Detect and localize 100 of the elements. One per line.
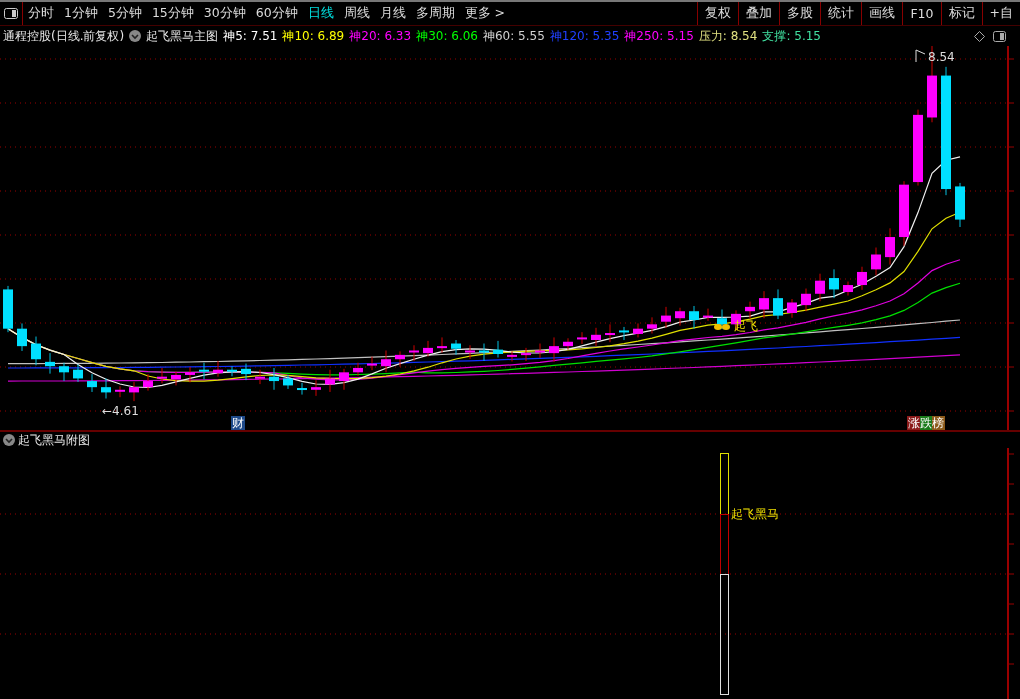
indicator-value: 神120: 5.35 [549,27,620,45]
toolbar-button[interactable]: 叠加 [738,2,780,25]
dropdown-icon[interactable] [129,30,142,42]
candlestick [409,344,419,362]
candlestick [451,339,461,356]
candlestick [955,182,965,228]
candlestick [185,366,195,383]
candlestick [479,343,489,362]
candlestick [255,369,265,385]
panel-toggle-icon[interactable] [993,30,1006,42]
candlestick [619,326,629,341]
candlestick [577,331,587,345]
candlestick [661,306,671,329]
candlestick [899,180,909,247]
candlestick [437,336,447,354]
candlestick [759,290,769,319]
candlestick [241,363,251,381]
indicator-value: 压力: 8.54 [698,27,758,45]
period-tab[interactable]: 周线 [338,2,375,25]
collapse-icon[interactable] [3,434,15,446]
indicator-value: 神250: 5.15 [624,27,694,45]
indicator-value: 神60: 5.55 [483,27,545,45]
indicator-value: 神30: 6.06 [416,27,478,45]
candlestick [535,343,545,359]
candlestick [3,285,13,333]
candlestick [213,360,223,378]
candlestick [689,305,699,330]
candlestick [773,288,783,320]
candlestick [815,273,825,302]
candlestick [73,363,83,383]
indicator-value: 神20: 6.33 [349,27,412,45]
candlestick [801,288,811,312]
butterfly-icon [714,324,730,330]
candlestick [605,323,615,343]
signal-label: 起飞黑马 [731,507,779,521]
candlestick [563,337,573,351]
candlestick [31,336,41,366]
candlestick [339,368,349,391]
candlestick [227,365,237,377]
period-tab[interactable]: 多周期 [410,2,460,25]
toolbar-button[interactable]: +自 [981,2,1020,25]
candlestick [549,336,559,363]
period-tab[interactable]: 15分钟 [146,2,199,25]
chart-badge[interactable]: 财 [231,416,245,430]
candlestick [829,268,839,299]
candlestick [857,266,867,291]
candlestick [101,377,111,399]
period-tab[interactable]: 5分钟 [102,2,147,25]
period-tab[interactable]: 日线 [302,2,339,25]
candlestick [353,362,363,377]
candlestick [423,340,433,358]
period-tab[interactable]: 60分钟 [250,2,303,25]
high-price-label: 8.54 [928,50,955,64]
diamond-icon[interactable] [974,30,985,42]
candlestick [381,350,391,373]
candlestick [59,362,69,382]
candlestick [157,367,167,384]
candlestick [521,347,531,362]
panel-title: 起飞黑马附图 [18,431,90,449]
indicator-value: 支撑: 5.15 [762,27,821,45]
candlestick [171,370,181,386]
candlestick [493,340,503,358]
panel-toggle-icon[interactable] [4,8,18,19]
high-marker-icon [915,49,926,63]
candlestick [885,227,895,266]
candlestick [675,307,685,327]
candlestick [115,385,125,398]
candlestick [297,382,307,396]
candlestick [87,373,97,393]
candlestick [843,281,853,296]
period-tab[interactable]: 1分钟 [59,2,103,25]
toolbar-button[interactable]: 统计 [820,2,862,25]
candlestick [507,350,517,362]
signal-label: 起飞 [734,319,758,333]
toolbar-button[interactable]: 画线 [861,2,903,25]
period-tab[interactable]: 月线 [374,2,411,25]
candlestick [395,350,405,368]
candlestick [647,316,657,334]
indicator-name: 起飞黑马主图 [146,27,219,45]
indicator-value: 神5: 7.51 [223,27,278,45]
candlestick [633,322,643,338]
candlestick [703,308,713,322]
low-price-label: ←4.61 [102,404,139,418]
candlestick [787,298,797,319]
period-tab[interactable]: 30分钟 [198,2,251,25]
chart-badge[interactable]: 涨跌榜 [907,416,945,430]
period-tab[interactable]: 分时 [23,2,59,25]
candlestick [465,344,475,360]
toolbar-button[interactable]: 标记 [940,2,982,25]
indicator-value: 神10: 6.89 [282,27,345,45]
candlestick [269,367,279,391]
candlestick [283,374,293,390]
toolbar-button[interactable]: F10 [902,2,941,25]
candlestick [45,352,55,375]
candlestick [325,369,335,393]
period-tab[interactable]: 更多 > [459,2,511,25]
candlestick [199,362,209,380]
toolbar-button[interactable]: 复权 [697,2,739,25]
candlestick [311,379,321,397]
toolbar-button[interactable]: 多股 [779,2,821,25]
